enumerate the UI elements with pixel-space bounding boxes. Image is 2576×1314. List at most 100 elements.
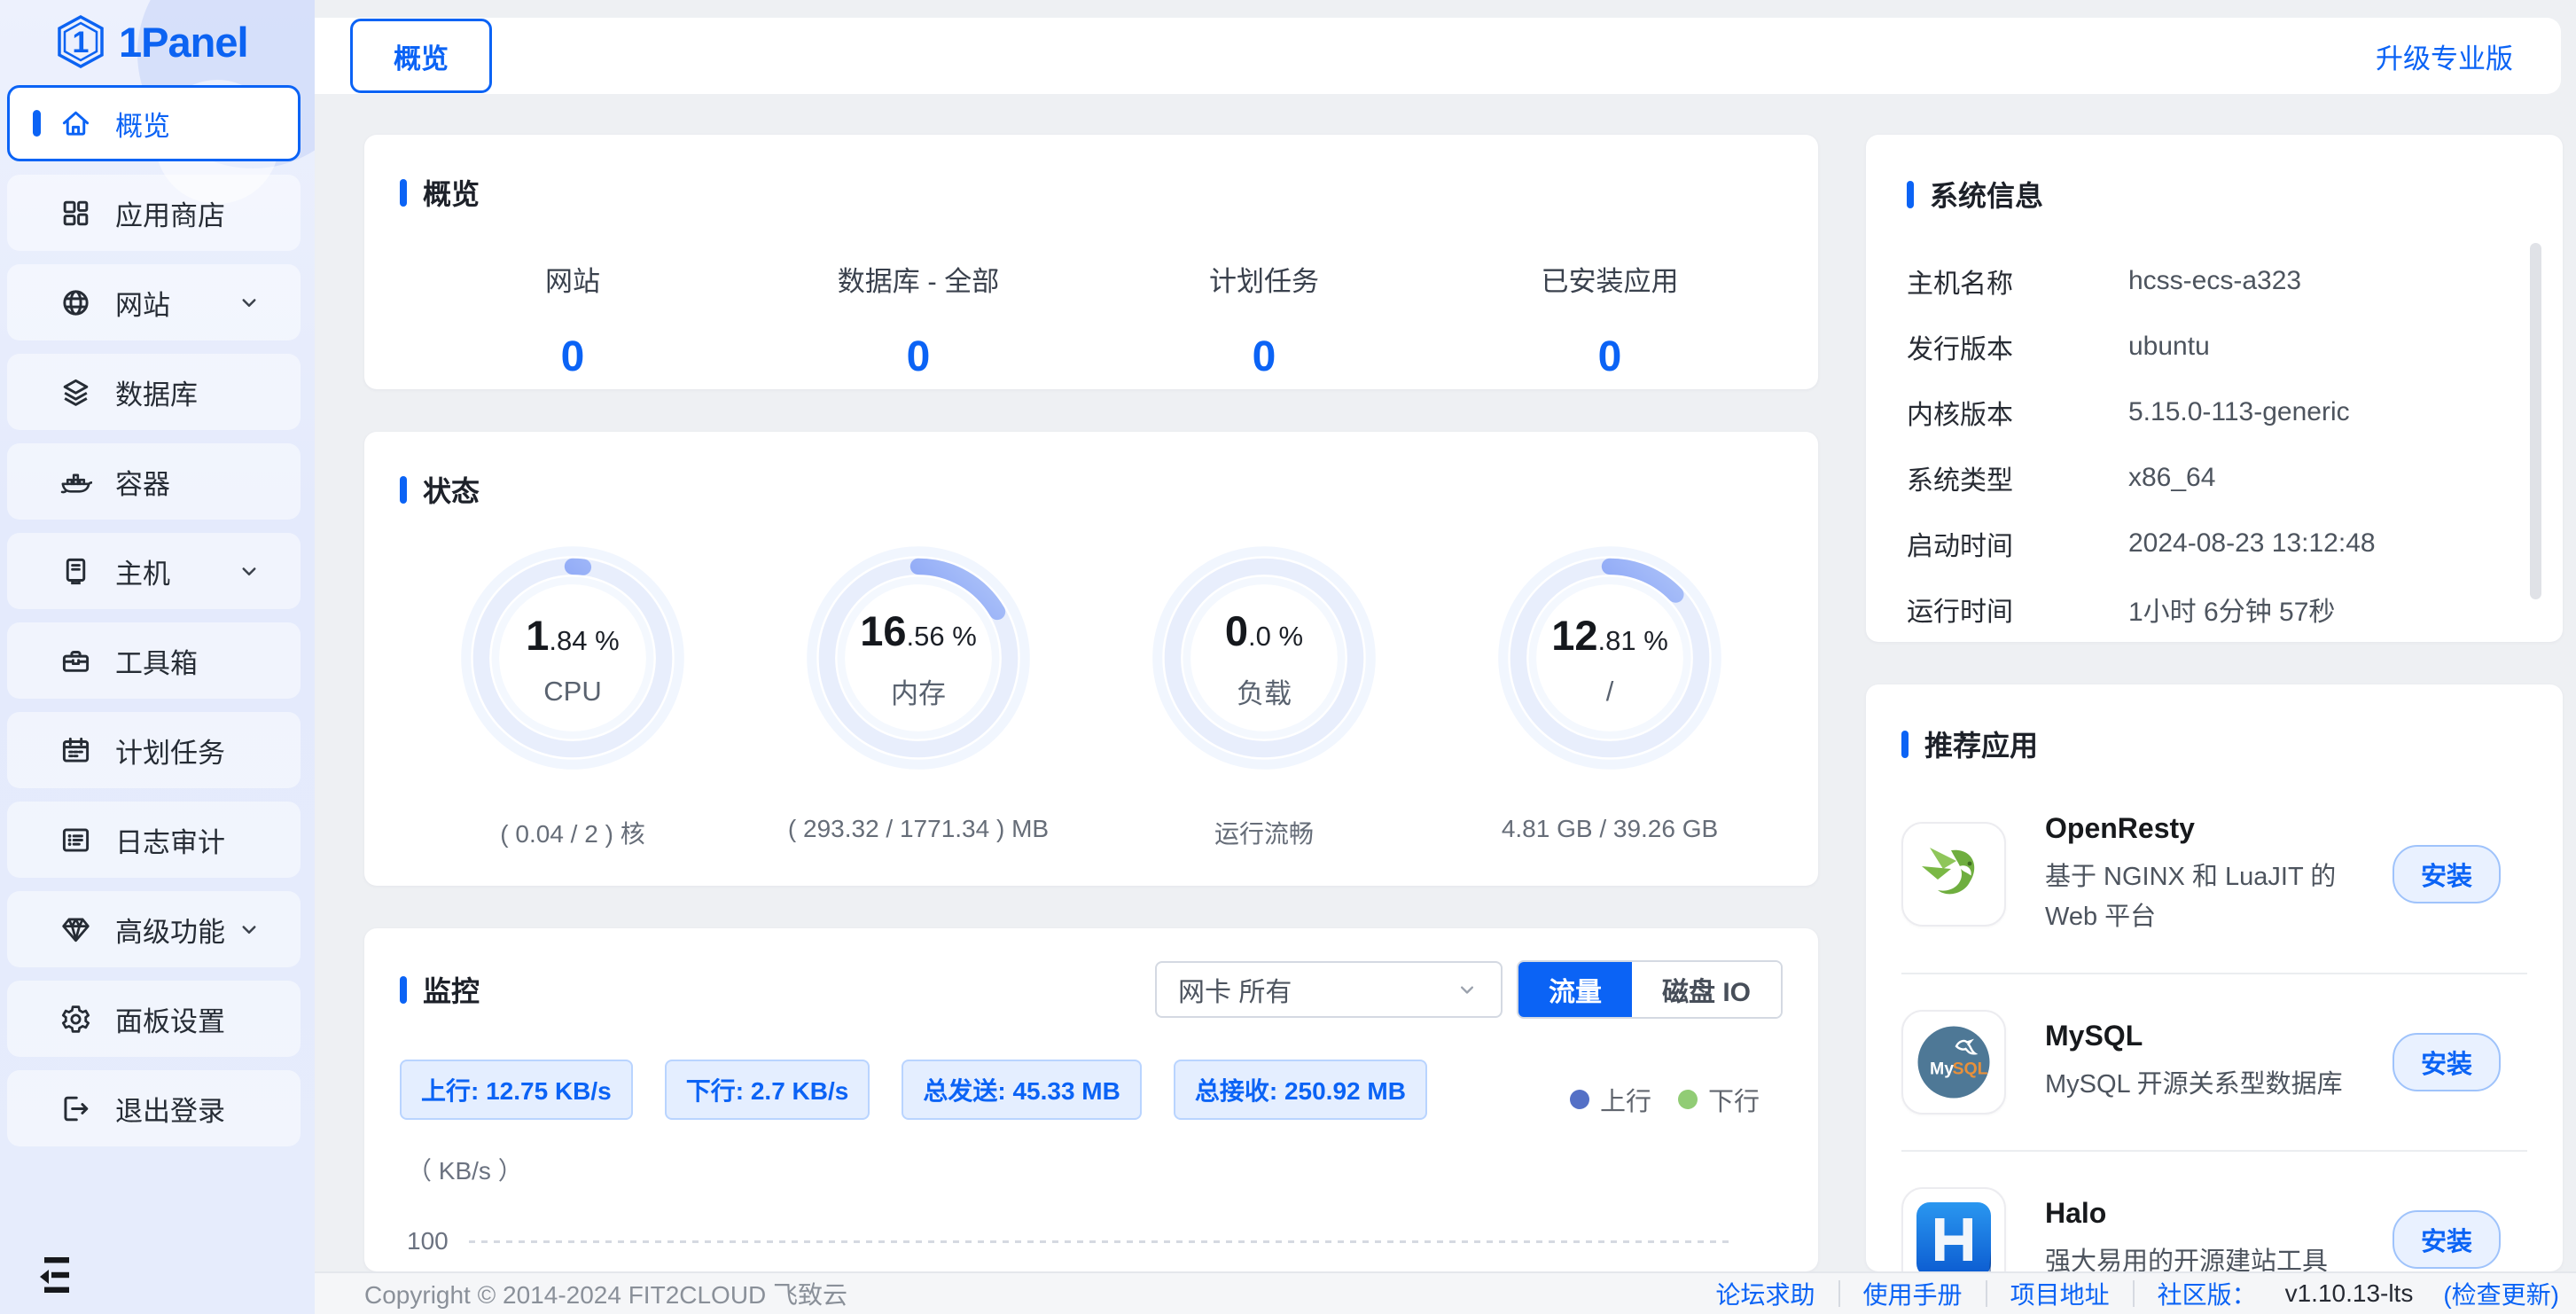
sidebar-item-database[interactable]: 数据库 <box>7 354 301 430</box>
version-text: v1.10.13-lts <box>2285 1279 2414 1308</box>
gear-icon <box>59 1003 92 1036</box>
install-openresty-button[interactable]: 安装 <box>2393 845 2501 903</box>
stat-database-count[interactable]: 0 <box>745 332 1091 381</box>
sidebar-item-logs[interactable]: 日志审计 <box>7 802 301 878</box>
overview-card: 概览 网站 0 数据库 - 全部 0 计划任务 0 <box>364 135 1818 389</box>
sidebar-item-advanced[interactable]: 高级功能 <box>7 891 301 967</box>
collapse-sidebar-button[interactable] <box>0 1255 85 1314</box>
traffic-badges: 上行: 12.75 KB/s 下行: 2.7 KB/s 总发送: 45.33 M… <box>400 1060 1783 1120</box>
sidebar-item-label: 应用商店 <box>115 193 225 233</box>
sidebar-item-label: 容器 <box>115 462 170 502</box>
stat-installed-apps: 已安装应用 0 <box>1437 259 1783 381</box>
footer: Copyright © 2014-2024 FIT2CLOUD 飞致云 论坛求助… <box>315 1271 2576 1314</box>
system-info-card: 系统信息 主机名称 hcss-ecs-a323 发行版本 ubuntu 内核版本 <box>1866 135 2563 642</box>
log-list-icon <box>59 824 92 856</box>
stat-website: 网站 0 <box>400 259 745 381</box>
install-mysql-button[interactable]: 安装 <box>2393 1033 2501 1091</box>
row-kernel: 内核版本 5.15.0-113-generic <box>1907 379 2522 445</box>
logout-icon <box>59 1092 92 1125</box>
svg-text:My: My <box>1930 1059 1954 1078</box>
sidebar-item-label: 数据库 <box>115 372 198 412</box>
install-halo-button[interactable]: 安装 <box>2393 1210 2501 1269</box>
scrollbar-thumb[interactable] <box>2530 243 2541 599</box>
app-info: OpenResty 基于 NGINX 和 LuaJIT 的 Web 平台 <box>2045 812 2393 937</box>
y-axis-unit: （ KB/s ） <box>407 1152 523 1187</box>
footer-links: 论坛求助 使用手册 项目地址 社区版： v1.10.13-lts (检查更新) <box>1716 1276 2559 1311</box>
sidebar-item-label: 高级功能 <box>115 910 225 950</box>
main-area: 概览 升级专业版 概览 网站 0 <box>315 0 2576 1314</box>
left-column: 概览 网站 0 数据库 - 全部 0 计划任务 0 <box>364 135 1818 1271</box>
gauge-row: 1.84 % CPU ( 0.04 / 2 ) 核 <box>400 538 1783 850</box>
database-icon <box>59 376 92 409</box>
sidebar-item-cronjob[interactable]: 计划任务 <box>7 712 301 788</box>
1panel-hexagon-icon: 1 <box>55 14 106 69</box>
title-accent-bar <box>400 476 407 504</box>
traffic-chart: （ KB/s ） 100 <box>400 1152 1783 1271</box>
sidebar-item-settings[interactable]: 面板设置 <box>7 981 301 1057</box>
app-desc: 强大易用的开源建站工具 <box>2045 1242 2393 1271</box>
toolbox-icon <box>59 645 92 677</box>
app-info: Halo 强大易用的开源建站工具 <box>2045 1197 2393 1271</box>
row-arch: 系统类型 x86_64 <box>1907 445 2522 511</box>
network-interface-select[interactable]: 网卡 所有 <box>1155 961 1503 1018</box>
app-desc: MySQL 开源关系型数据库 <box>2045 1065 2393 1105</box>
home-icon <box>59 107 92 140</box>
gauge-cpu: 1.84 % CPU ( 0.04 / 2 ) 核 <box>400 538 745 850</box>
user-manual-link[interactable]: 使用手册 <box>1863 1276 1963 1311</box>
mysql-icon: My SQL <box>1901 1010 2006 1115</box>
right-column: 系统信息 主机名称 hcss-ecs-a323 发行版本 ubuntu 内核版本 <box>1866 135 2563 1271</box>
monitor-card-title: 监控 <box>400 969 480 1010</box>
sidebar-item-website[interactable]: 网站 <box>7 264 301 340</box>
row-distro: 发行版本 ubuntu <box>1907 314 2522 379</box>
monitor-controls: 网卡 所有 流量 磁盘 IO <box>1155 960 1783 1019</box>
upgrade-pro-link[interactable]: 升级专业版 <box>2376 36 2513 76</box>
upload-rate-badge: 上行: 12.75 KB/s <box>400 1060 633 1120</box>
brand-logo: 1 1Panel <box>0 0 315 82</box>
download-rate-badge: 下行: 2.7 KB/s <box>665 1060 870 1120</box>
content: 概览 网站 0 数据库 - 全部 0 计划任务 0 <box>315 94 2576 1271</box>
check-update-link[interactable]: (检查更新) <box>2443 1276 2559 1311</box>
row-hostname: 主机名称 hcss-ecs-a323 <box>1907 248 2522 314</box>
overview-stats: 网站 0 数据库 - 全部 0 计划任务 0 已安装应用 <box>400 259 1783 381</box>
cpu-detail: ( 0.04 / 2 ) 核 <box>500 815 644 850</box>
topbar: 概览 升级专业版 <box>315 18 2561 94</box>
project-repo-link[interactable]: 项目地址 <box>2010 1276 2110 1311</box>
sidebar-item-app-store[interactable]: 应用商店 <box>7 175 301 251</box>
tab-overview[interactable]: 概览 <box>350 19 492 93</box>
recommended-apps-title: 推荐应用 <box>1901 723 2527 764</box>
forum-help-link[interactable]: 论坛求助 <box>1716 1276 1815 1311</box>
openresty-icon <box>1901 822 2006 927</box>
disk-io-tab[interactable]: 磁盘 IO <box>1632 962 1781 1017</box>
halo-icon <box>1901 1187 2006 1271</box>
sidebar-item-toolbox[interactable]: 工具箱 <box>7 622 301 699</box>
sidebar-item-logout[interactable]: 退出登录 <box>7 1070 301 1146</box>
monitor-mode-toggle: 流量 磁盘 IO <box>1517 960 1783 1019</box>
sidebar-item-container[interactable]: 容器 <box>7 443 301 520</box>
app-row-openresty: OpenResty 基于 NGINX 和 LuaJIT 的 Web 平台 安装 <box>1901 777 2527 974</box>
stat-website-count[interactable]: 0 <box>400 332 745 381</box>
sidebar-item-overview[interactable]: 概览 <box>7 85 301 161</box>
sidebar-item-label: 工具箱 <box>115 641 198 681</box>
app-row-mysql: My SQL MySQL MySQL 开源关系型数据库 安装 <box>1901 974 2527 1152</box>
stat-cronjob-count[interactable]: 0 <box>1091 332 1437 381</box>
copyright-text: Copyright © 2014-2024 FIT2CLOUD 飞致云 <box>364 1276 847 1311</box>
sidebar-item-label: 主机 <box>115 551 170 591</box>
globe-icon <box>59 286 92 319</box>
traffic-tab[interactable]: 流量 <box>1518 962 1632 1017</box>
row-boot-time: 启动时间 2024-08-23 13:12:48 <box>1907 511 2522 576</box>
separator <box>1838 1280 1840 1307</box>
chevron-down-icon <box>236 289 262 316</box>
host-icon <box>59 555 92 588</box>
sidebar-item-host[interactable]: 主机 <box>7 533 301 609</box>
edition-label: 社区版： <box>2158 1276 2257 1311</box>
chart-legend: 上行 下行 <box>1570 1081 1760 1118</box>
legend-up: 上行 <box>1570 1081 1651 1118</box>
stat-installed-apps-count[interactable]: 0 <box>1437 332 1783 381</box>
memory-detail: ( 293.32 / 1771.34 ) MB <box>788 815 1049 843</box>
system-info-rows: 主机名称 hcss-ecs-a323 发行版本 ubuntu 内核版本 5.15… <box>1907 248 2522 642</box>
stat-cronjob: 计划任务 0 <box>1091 259 1437 381</box>
total-received-badge: 总接收: 250.92 MB <box>1174 1060 1427 1120</box>
gauge-load: 0.0 % 负载 运行流畅 <box>1091 538 1437 850</box>
legend-down-dot <box>1678 1090 1698 1109</box>
svg-text:SQL: SQL <box>1953 1059 1988 1078</box>
